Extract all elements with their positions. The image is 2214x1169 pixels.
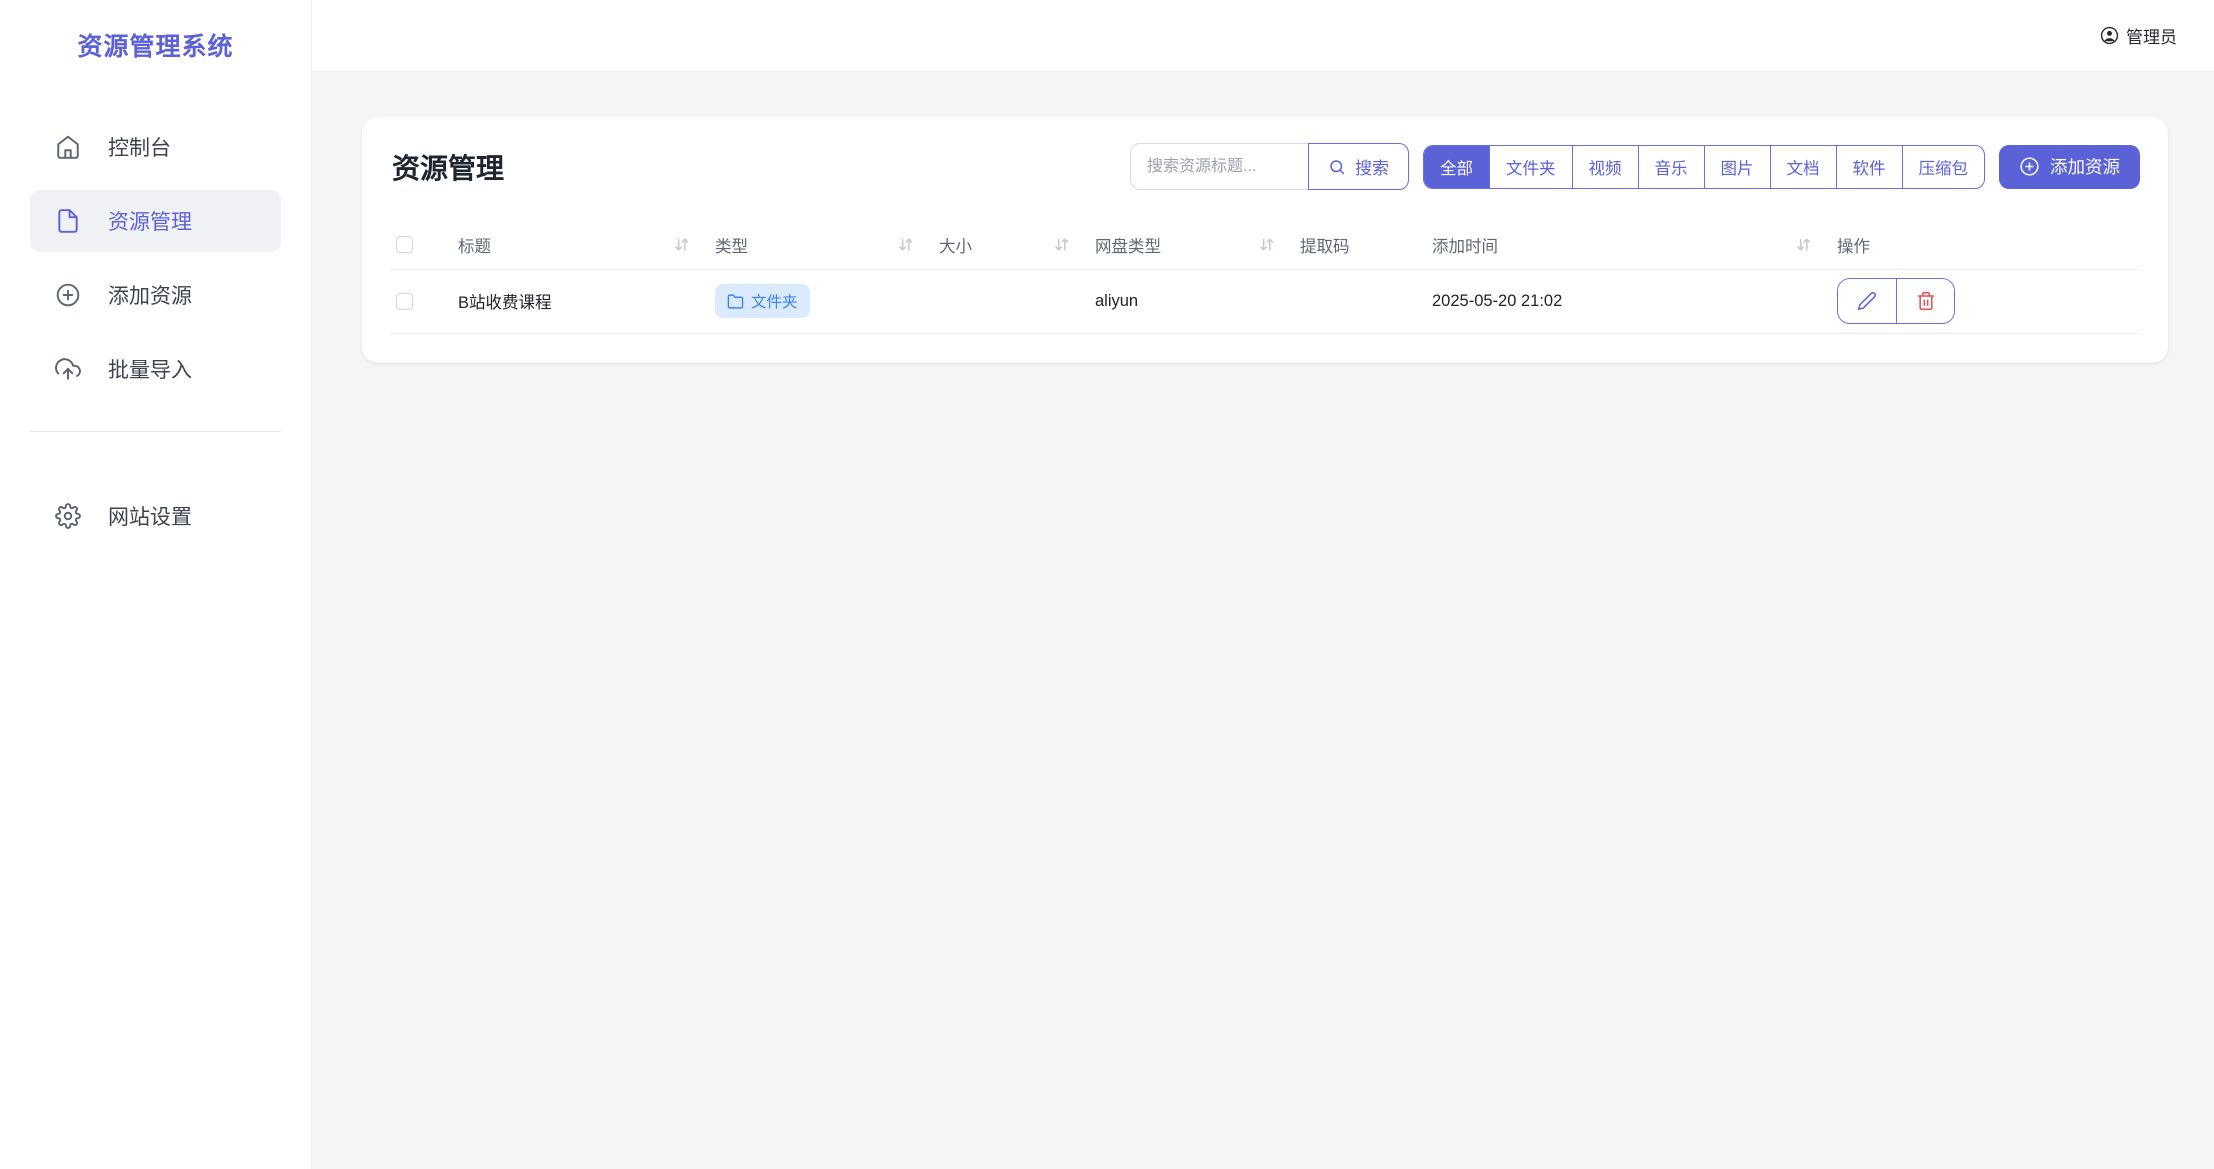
trash-icon xyxy=(1916,291,1936,311)
sort-icon[interactable] xyxy=(1257,235,1276,254)
column-header-disk[interactable]: 网盘类型 xyxy=(1095,221,1300,270)
gear-icon xyxy=(55,503,81,529)
column-header-code: 提取码 xyxy=(1300,221,1432,270)
upload-cloud-icon xyxy=(55,356,81,382)
column-header-actions: 操作 xyxy=(1837,221,2140,270)
row-checkbox[interactable] xyxy=(396,292,413,310)
add-resource-label: 添加资源 xyxy=(2050,157,2120,177)
sidebar-item-控制台[interactable]: 控制台 xyxy=(30,116,281,178)
sidebar-divider xyxy=(30,431,281,432)
column-header-size[interactable]: 大小 xyxy=(939,221,1095,270)
search-button[interactable]: 搜索 xyxy=(1308,143,1409,190)
toolbar: 搜索 全部文件夹视频音乐图片文档软件压缩包 添加资源 xyxy=(1130,143,2140,190)
filter-tab-压缩包[interactable]: 压缩包 xyxy=(1901,145,1985,188)
sidebar-item-label: 网站设置 xyxy=(108,506,192,529)
plus-circle-icon xyxy=(2019,156,2040,177)
sidebar-item-label: 批量导入 xyxy=(108,359,192,382)
column-header-checkbox xyxy=(390,221,458,270)
top-header: 管理员 xyxy=(312,0,2214,72)
table-body: B站收费课程 文件夹 aliyun 2025-05-20 21:02 xyxy=(390,269,2140,334)
filter-tab-软件[interactable]: 软件 xyxy=(1835,145,1902,188)
user-name: 管理员 xyxy=(2126,28,2177,47)
home-icon xyxy=(55,134,81,160)
column-header-added[interactable]: 添加时间 xyxy=(1432,221,1837,270)
sidebar-item-网站设置[interactable]: 网站设置 xyxy=(30,485,281,547)
page-title: 资源管理 xyxy=(392,152,505,184)
main-content: 资源管理 搜索 全部文件夹视频音乐图片文档软件压缩包 xyxy=(312,72,2214,1169)
cell-size xyxy=(939,269,1095,334)
column-label: 类型 xyxy=(715,237,748,256)
search-icon xyxy=(1328,158,1346,176)
sort-icon[interactable] xyxy=(1052,235,1071,254)
app-logo: 资源管理系统 xyxy=(77,33,234,61)
table-header-row: 标题 类型 大小 网盘类型 提取码 添加时间 操作 xyxy=(390,221,2140,270)
type-badge: 文件夹 xyxy=(715,284,810,318)
user-icon xyxy=(2100,26,2119,45)
user-menu[interactable]: 管理员 xyxy=(2100,23,2177,48)
column-label: 网盘类型 xyxy=(1095,237,1161,256)
sidebar-item-label: 控制台 xyxy=(108,137,171,160)
folder-icon xyxy=(727,293,744,310)
edit-button[interactable] xyxy=(1838,279,1896,323)
resource-card: 资源管理 搜索 全部文件夹视频音乐图片文档软件压缩包 xyxy=(362,117,2168,363)
search-button-label: 搜索 xyxy=(1355,159,1389,178)
file-icon xyxy=(55,208,81,234)
cell-disk: aliyun xyxy=(1095,269,1300,334)
column-label: 操作 xyxy=(1837,237,1870,256)
search-group: 搜索 xyxy=(1130,143,1409,190)
sort-icon[interactable] xyxy=(672,235,691,254)
column-label: 大小 xyxy=(939,237,972,256)
cell-code xyxy=(1300,269,1432,334)
search-input[interactable] xyxy=(1130,143,1308,190)
sidebar-item-添加资源[interactable]: 添加资源 xyxy=(30,264,281,326)
filter-tab-图片[interactable]: 图片 xyxy=(1703,145,1770,188)
filter-tab-文档[interactable]: 文档 xyxy=(1769,145,1836,188)
sidebar-footer-nav: 网站设置 xyxy=(30,485,281,547)
sidebar-item-label: 添加资源 xyxy=(108,285,192,308)
table-row: B站收费课程 文件夹 aliyun 2025-05-20 21:02 xyxy=(390,269,2140,334)
add-resource-button[interactable]: 添加资源 xyxy=(1999,144,2140,189)
column-header-type[interactable]: 类型 xyxy=(715,221,939,270)
column-label: 添加时间 xyxy=(1432,237,1498,256)
delete-button[interactable] xyxy=(1896,279,1954,323)
filter-tab-全部[interactable]: 全部 xyxy=(1424,145,1489,188)
sort-icon[interactable] xyxy=(1794,235,1813,254)
sidebar-item-资源管理[interactable]: 资源管理 xyxy=(30,190,281,252)
sort-icon[interactable] xyxy=(896,235,915,254)
cell-added: 2025-05-20 21:02 xyxy=(1432,269,1837,334)
type-badge-label: 文件夹 xyxy=(751,294,798,311)
sidebar-item-label: 资源管理 xyxy=(108,211,192,234)
column-label: 提取码 xyxy=(1300,237,1350,256)
resource-table: 标题 类型 大小 网盘类型 提取码 添加时间 操作 B站收费课程 文件夹 aliyun 2025-… xyxy=(390,221,2140,334)
column-label: 标题 xyxy=(458,237,491,256)
edit-icon xyxy=(1857,291,1877,311)
cell-title: B站收费课程 xyxy=(458,269,715,334)
sidebar-item-批量导入[interactable]: 批量导入 xyxy=(30,338,281,400)
plus-circle-icon xyxy=(55,282,81,308)
filter-tab-视频[interactable]: 视频 xyxy=(1571,145,1638,188)
sidebar: 资源管理系统 控制台资源管理添加资源批量导入 网站设置 xyxy=(0,0,312,1169)
sidebar-nav: 控制台资源管理添加资源批量导入 xyxy=(30,116,281,400)
column-header-title[interactable]: 标题 xyxy=(458,221,715,270)
filter-tab-音乐[interactable]: 音乐 xyxy=(1637,145,1704,188)
row-action-group xyxy=(1837,278,1955,324)
type-filter-group: 全部 文件夹 视频 音乐 图片 文档 软件 压缩包 xyxy=(1423,144,1985,189)
select-all-checkbox[interactable] xyxy=(396,236,413,254)
filter-tab-文件夹[interactable]: 文件夹 xyxy=(1489,145,1572,188)
